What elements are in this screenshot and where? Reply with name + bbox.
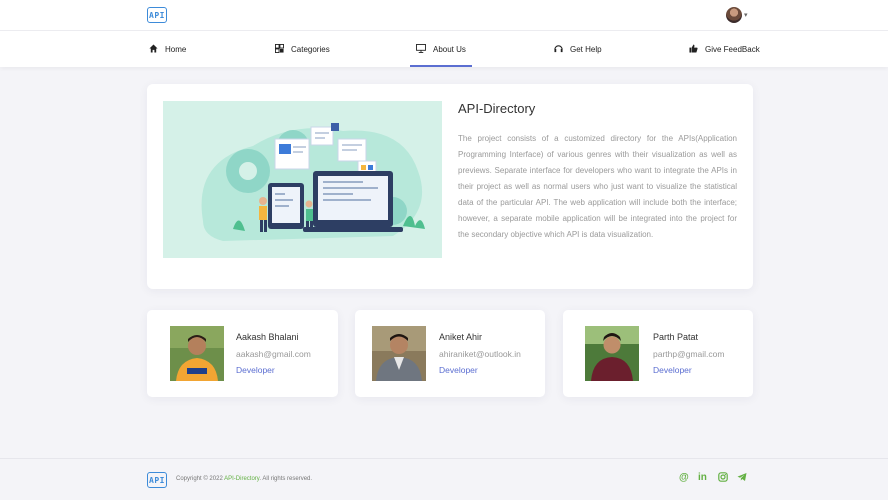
member-photo	[170, 326, 224, 381]
linkedin-icon[interactable]: in	[698, 472, 707, 483]
nav-get-help-label: Get Help	[570, 44, 602, 54]
nav-categories-label: Categories	[291, 44, 330, 54]
team-card: Aniket Ahir ahiraniket@outlook.in Develo…	[355, 310, 545, 397]
thumbs-up-icon	[688, 43, 698, 55]
team-card: Parth Patat parthp@gmail.com Developer	[563, 310, 753, 397]
at-icon[interactable]: @	[679, 472, 689, 483]
user-avatar[interactable]	[726, 7, 742, 23]
nav-home-label: Home	[165, 44, 187, 54]
nav-about-us[interactable]: About Us	[410, 31, 472, 67]
footer: API Copyright © 2022 API-Directory. All …	[0, 458, 888, 500]
member-email[interactable]: ahiraniket@outlook.in	[439, 349, 521, 359]
instagram-icon[interactable]	[718, 472, 728, 485]
about-description: The project consists of a customized dir…	[458, 134, 737, 239]
nav-categories[interactable]: Categories	[274, 31, 330, 67]
footer-logo[interactable]: API	[147, 472, 167, 488]
member-role: Developer	[236, 365, 275, 375]
brand-logo[interactable]: API	[147, 7, 167, 23]
member-email[interactable]: parthp@gmail.com	[653, 349, 724, 359]
about-card: API-Directory The project consists of a …	[147, 84, 753, 289]
nav-about-us-label: About Us	[433, 44, 466, 54]
member-role: Developer	[439, 365, 478, 375]
nav-home[interactable]: Home	[148, 31, 186, 67]
home-icon	[148, 43, 158, 55]
headset-icon	[553, 44, 563, 55]
member-name: Parth Patat	[653, 332, 699, 342]
copyright-prefix: Copyright © 2022	[176, 476, 223, 482]
member-name: Aniket Ahir	[439, 332, 483, 342]
top-bar: API ▾	[0, 0, 888, 31]
api-illustration	[163, 101, 442, 258]
copyright-brand-link[interactable]: API-Directory	[224, 476, 259, 482]
grid-icon	[274, 43, 284, 55]
telegram-icon[interactable]	[737, 472, 747, 485]
nav-give-feedback[interactable]: Give FeedBack	[688, 31, 760, 67]
nav-give-feedback-label: Give FeedBack	[705, 44, 760, 54]
user-menu[interactable]: ▾	[726, 7, 748, 23]
member-name: Aakash Bhalani	[236, 332, 299, 342]
main-nav: Home Categories About Us Get Help Give F…	[0, 31, 888, 67]
nav-get-help[interactable]: Get Help	[553, 31, 602, 67]
member-email[interactable]: aakash@gmail.com	[236, 349, 311, 359]
member-photo	[372, 326, 426, 381]
copyright-text: Copyright © 2022 API-Directory. All righ…	[176, 476, 312, 482]
team-card: Aakash Bhalani aakash@gmail.com Develope…	[147, 310, 338, 397]
monitor-icon	[416, 43, 426, 55]
copyright-suffix: . All rights reserved.	[259, 476, 313, 482]
about-title: API-Directory	[458, 101, 536, 116]
chevron-down-icon[interactable]: ▾	[744, 11, 748, 19]
member-role: Developer	[653, 365, 692, 375]
member-photo	[585, 326, 639, 381]
